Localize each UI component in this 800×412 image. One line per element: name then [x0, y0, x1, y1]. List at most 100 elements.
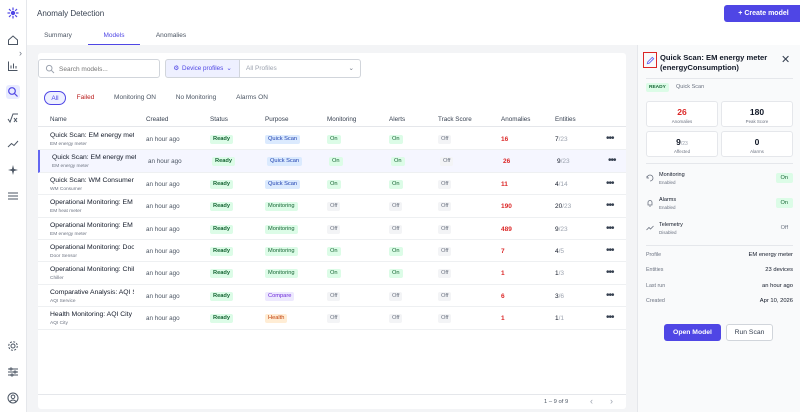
- track-score-badge[interactable]: Off: [438, 179, 452, 189]
- monitoring-toggle[interactable]: On: [775, 173, 793, 183]
- track-score-badge[interactable]: Off: [440, 157, 454, 167]
- monitoring-badge[interactable]: Off: [327, 291, 341, 301]
- model-profile: WM Consumer: [50, 186, 82, 192]
- logo-icon[interactable]: [6, 6, 20, 20]
- monitoring-badge[interactable]: On: [327, 269, 341, 279]
- create-model-button[interactable]: + Create model: [724, 5, 800, 22]
- alerts-badge[interactable]: Off: [389, 291, 403, 301]
- model-name[interactable]: Operational Monitoring: Door Sensor: [50, 244, 134, 251]
- alerts-badge[interactable]: Off: [389, 224, 403, 234]
- alerts-badge[interactable]: On: [391, 157, 405, 167]
- filter-alarms-on[interactable]: Alarms ON: [230, 91, 274, 105]
- formula-icon[interactable]: [6, 111, 20, 125]
- user-icon[interactable]: [6, 391, 20, 405]
- track-score-badge[interactable]: Off: [438, 291, 452, 301]
- row-more-icon[interactable]: •••: [606, 133, 614, 144]
- sliders-icon[interactable]: [6, 365, 20, 379]
- alerts-badge[interactable]: On: [389, 135, 403, 144]
- model-name[interactable]: Operational Monitoring: Chiller: [50, 266, 134, 273]
- row-more-icon[interactable]: •••: [608, 155, 616, 166]
- alarms-toggle[interactable]: On: [775, 198, 793, 208]
- track-score-badge[interactable]: Off: [438, 247, 452, 256]
- menu-icon[interactable]: [6, 189, 20, 203]
- search-input[interactable]: [59, 63, 157, 75]
- profile-select[interactable]: All Profiles ⌄: [240, 59, 361, 78]
- col-status[interactable]: Status: [210, 116, 228, 123]
- col-monitoring[interactable]: Monitoring: [327, 116, 356, 123]
- model-name[interactable]: Quick Scan: EM energy meter (energyConsu…: [50, 132, 134, 139]
- telemetry-toggle[interactable]: Off: [776, 223, 793, 233]
- tab-models[interactable]: Models: [88, 29, 140, 45]
- col-created[interactable]: Created: [146, 116, 168, 123]
- col-anomalies[interactable]: Anomalies: [501, 116, 530, 123]
- table-row[interactable]: Operational Monitoring: EM heat meter EM …: [38, 195, 626, 218]
- model-name[interactable]: Operational Monitoring: EM heat meter: [50, 199, 134, 206]
- table-row[interactable]: Operational Monitoring: Chiller Chiller an…: [38, 262, 626, 285]
- filter-no-monitoring[interactable]: No Monitoring: [168, 91, 224, 105]
- col-purpose[interactable]: Purpose: [265, 116, 288, 123]
- model-name[interactable]: Quick Scan: EM energy meter (energyConsu…: [52, 154, 136, 161]
- monitoring-badge[interactable]: Off: [327, 314, 341, 324]
- row-more-icon[interactable]: •••: [606, 178, 614, 189]
- run-scan-button[interactable]: Run Scan: [726, 324, 773, 341]
- device-profiles-dropdown[interactable]: ⚙ Device profiles ⌄: [165, 59, 240, 78]
- edit-pencil-icon[interactable]: [643, 52, 657, 68]
- model-name[interactable]: Health Monitoring: AQI City (aqi): [50, 311, 134, 318]
- filter-failed[interactable]: Failed: [69, 91, 102, 105]
- sparkle-icon[interactable]: [6, 163, 20, 177]
- table-row[interactable]: Comparative Analysis: AQI Service AQI Ser…: [38, 285, 626, 308]
- open-model-button[interactable]: Open Model: [664, 324, 721, 341]
- divider: [646, 245, 793, 246]
- alerts-badge[interactable]: On: [389, 179, 403, 189]
- row-more-icon[interactable]: •••: [606, 290, 614, 301]
- filter-all[interactable]: All: [44, 91, 66, 105]
- col-name[interactable]: Name: [50, 116, 67, 123]
- track-score-badge[interactable]: Off: [438, 314, 452, 324]
- table-row[interactable]: Operational Monitoring: Door Sensor Door …: [38, 240, 626, 263]
- table-row[interactable]: Health Monitoring: AQI City (aqi) AQI Cit…: [38, 307, 626, 330]
- monitoring-badge[interactable]: Off: [327, 202, 341, 212]
- alerts-badge[interactable]: On: [389, 269, 403, 279]
- track-score-badge[interactable]: Off: [438, 135, 452, 144]
- search-box[interactable]: [38, 59, 160, 78]
- monitoring-badge[interactable]: On: [327, 179, 341, 189]
- alerts-badge[interactable]: On: [389, 247, 403, 256]
- close-icon[interactable]: ✕: [781, 53, 790, 66]
- track-score-badge[interactable]: Off: [438, 269, 452, 279]
- alerts-badge[interactable]: Off: [389, 202, 403, 212]
- row-more-icon[interactable]: •••: [606, 312, 614, 323]
- row-more-icon[interactable]: •••: [606, 267, 614, 278]
- col-entities[interactable]: Entities: [555, 116, 576, 123]
- anomaly-search-icon[interactable]: [6, 85, 20, 99]
- row-more-icon[interactable]: •••: [606, 223, 614, 234]
- track-score-badge[interactable]: Off: [438, 202, 452, 212]
- alerts-badge[interactable]: Off: [389, 314, 403, 324]
- table-row[interactable]: Quick Scan: EM energy meter (energyConsu…: [38, 128, 626, 151]
- next-page-icon[interactable]: ›: [610, 396, 613, 406]
- row-more-icon[interactable]: •••: [606, 245, 614, 256]
- monitoring-badge[interactable]: On: [329, 157, 343, 167]
- tab-anomalies[interactable]: Anomalies: [150, 29, 192, 45]
- table-row[interactable]: Operational Monitoring: EM energy meter E…: [38, 218, 626, 240]
- trend-icon[interactable]: [6, 137, 20, 151]
- monitoring-badge[interactable]: Off: [327, 224, 341, 234]
- monitoring-badge[interactable]: On: [327, 247, 341, 256]
- table-row[interactable]: Quick Scan: WM Consumer (consumption) WM …: [38, 173, 626, 196]
- model-name[interactable]: Comparative Analysis: AQI Service: [50, 289, 134, 296]
- model-name[interactable]: Operational Monitoring: EM energy meter: [50, 222, 134, 229]
- device-profiles-label: Device profiles: [182, 65, 224, 72]
- table-row[interactable]: Quick Scan: EM energy meter (energyConsu…: [38, 150, 626, 173]
- home-icon[interactable]: [6, 33, 20, 47]
- chart-icon[interactable]: [6, 59, 20, 73]
- panel-status-badge: READY: [646, 83, 669, 92]
- track-score-badge[interactable]: Off: [438, 224, 452, 234]
- col-track-score[interactable]: Track Score: [438, 116, 472, 123]
- model-name[interactable]: Quick Scan: WM Consumer (consumption): [50, 177, 134, 184]
- settings-icon[interactable]: [6, 339, 20, 353]
- tab-summary[interactable]: Summary: [41, 29, 75, 45]
- col-alerts[interactable]: Alerts: [389, 116, 405, 123]
- row-more-icon[interactable]: •••: [606, 200, 614, 211]
- monitoring-badge[interactable]: On: [327, 135, 341, 144]
- filter-monitoring-on[interactable]: Monitoring ON: [107, 91, 163, 105]
- prev-page-icon[interactable]: ‹: [590, 396, 593, 406]
